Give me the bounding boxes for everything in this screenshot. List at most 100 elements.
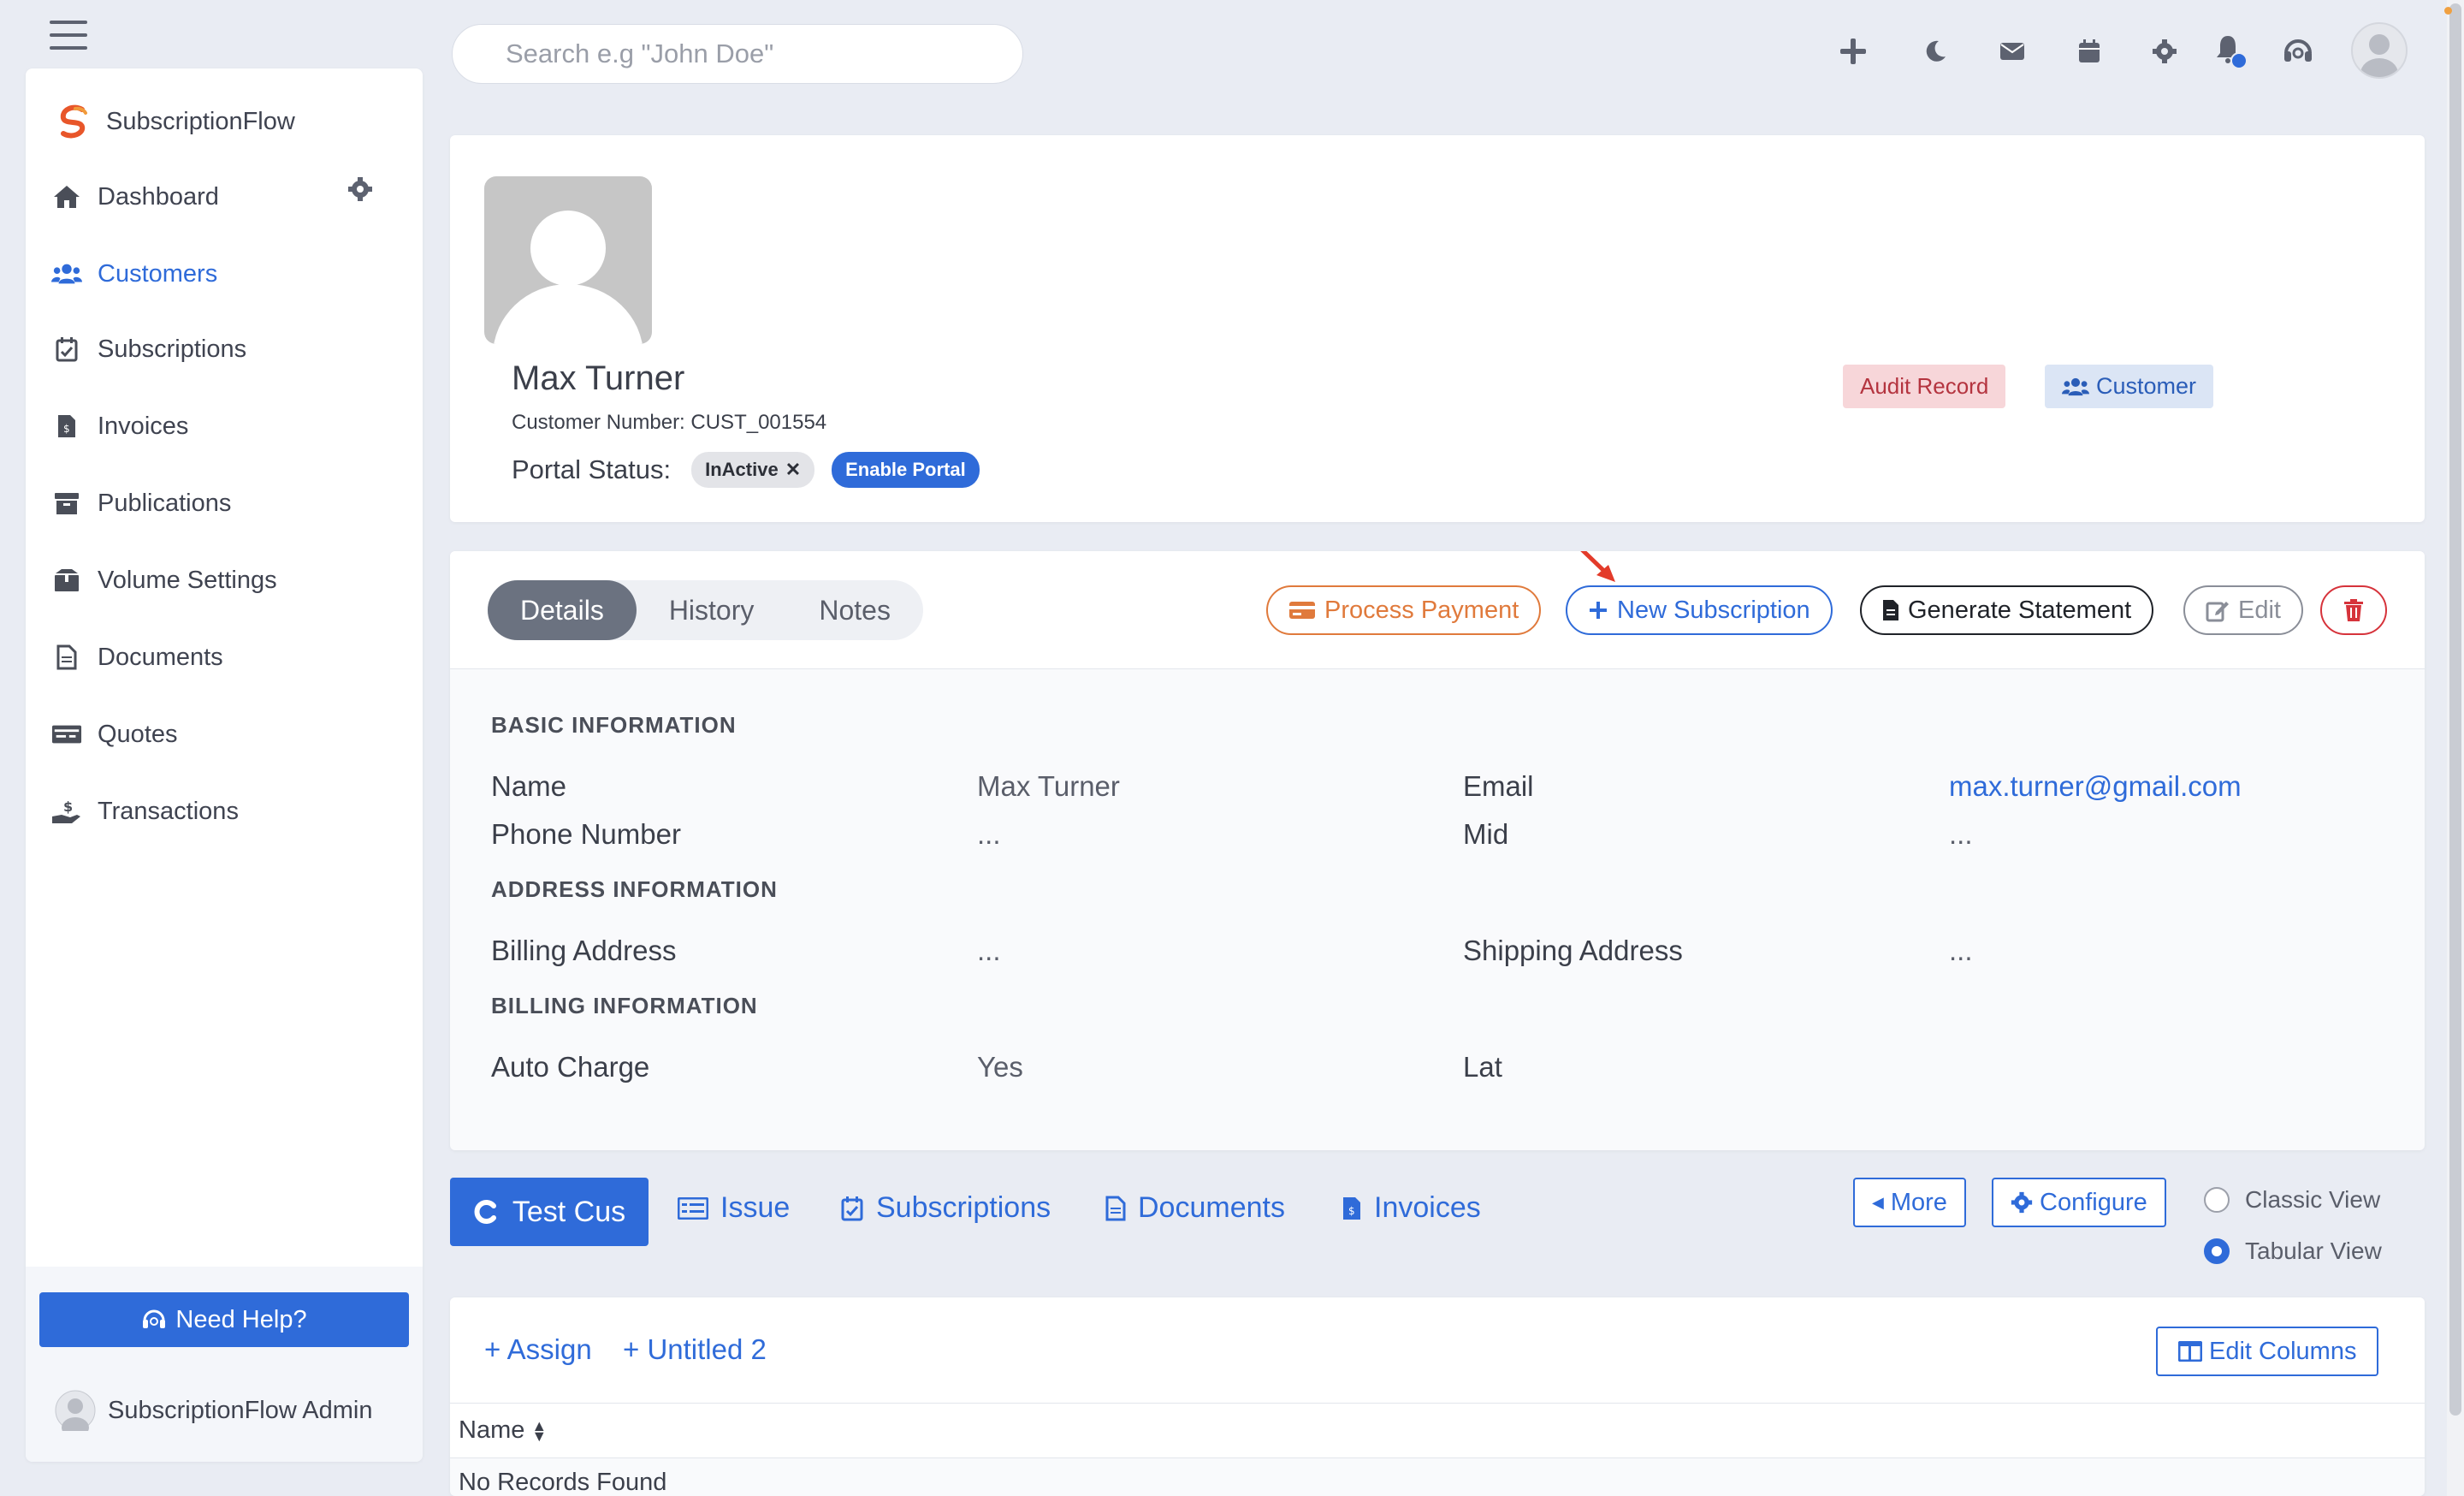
calendar-check-icon: [841, 1196, 863, 1220]
new-subscription-button[interactable]: New Subscription: [1566, 585, 1833, 635]
untitled-link[interactable]: + Untitled 2: [623, 1333, 767, 1366]
billing-address-label: Billing Address: [491, 935, 677, 966]
money-bill-icon: [51, 719, 82, 750]
customer-badge[interactable]: Customer: [2045, 365, 2214, 408]
empty-state: No Records Found: [459, 1469, 667, 1496]
process-payment-button[interactable]: Process Payment: [1266, 585, 1542, 635]
plus-icon: [1590, 602, 1607, 619]
sidebar-item-subscriptions[interactable]: Subscriptions: [51, 327, 246, 371]
customer-name: Max Turner: [512, 359, 685, 397]
need-help-button[interactable]: Need Help?: [39, 1292, 409, 1347]
tab-issue[interactable]: Issue: [678, 1191, 790, 1225]
auto-charge-value: Yes: [977, 1051, 1023, 1083]
sidebar-item-invoices[interactable]: $ Invoices: [51, 404, 188, 448]
list-card: + Assign + Untitled 2 Edit Columns Name …: [450, 1297, 2425, 1496]
sidebar-item-label: Invoices: [98, 412, 189, 440]
classic-view-label: Classic View: [2245, 1186, 2381, 1213]
c-logo-icon: [474, 1200, 496, 1224]
tab-documents-label: Documents: [1138, 1191, 1285, 1224]
sidebar-item-publications[interactable]: Publications: [51, 481, 231, 525]
brand[interactable]: SubscriptionFlow: [55, 103, 295, 140]
file-icon: [1883, 600, 1898, 620]
calendar-icon[interactable]: [2070, 33, 2108, 70]
mid-label: Mid: [1463, 818, 1509, 850]
more-button[interactable]: ◀ More: [1853, 1178, 1966, 1227]
phone-label: Phone Number: [491, 818, 681, 850]
classic-view-option[interactable]: Classic View: [2204, 1186, 2380, 1214]
configure-button[interactable]: Configure: [1992, 1178, 2166, 1227]
sidebar-item-dashboard[interactable]: Dashboard: [51, 175, 219, 219]
headset-icon[interactable]: [2279, 33, 2317, 70]
sidebar-item-label: Customers: [98, 259, 218, 288]
scrollbar-thumb[interactable]: [2449, 3, 2461, 1416]
tab-subscriptions-label: Subscriptions: [876, 1191, 1051, 1224]
portal-status-badge[interactable]: InActive ✕: [691, 452, 815, 488]
sidebar-item-documents[interactable]: Documents: [51, 635, 223, 680]
enable-portal-button[interactable]: Enable Portal: [832, 452, 980, 488]
credit-card-icon: [1289, 602, 1315, 619]
assign-link[interactable]: + Assign: [484, 1333, 592, 1366]
tab-invoices[interactable]: $ Invoices: [1342, 1191, 1481, 1225]
tab-notes[interactable]: Notes: [786, 580, 923, 640]
name-label: Name: [491, 770, 567, 802]
document-icon: [1105, 1196, 1126, 1220]
table-header: Name ▲ ▼: [450, 1404, 2425, 1458]
gear-icon[interactable]: [2146, 33, 2183, 70]
close-icon[interactable]: ✕: [785, 459, 801, 481]
generate-statement-button[interactable]: Generate Statement: [1860, 585, 2154, 635]
plus-icon[interactable]: [1834, 33, 1872, 70]
email-link[interactable]: max.turner@gmail.com: [1949, 770, 2242, 803]
headset-icon: [143, 1309, 166, 1328]
bell-icon[interactable]: [2212, 33, 2250, 70]
envelope-icon[interactable]: [1993, 33, 2031, 70]
sidebar-item-label: Transactions: [98, 797, 239, 825]
tab-details[interactable]: Details: [488, 580, 637, 640]
list-icon: [678, 1196, 708, 1220]
edit-icon: [2206, 602, 2229, 622]
gear-icon: [2011, 1191, 2033, 1214]
mid-value: ...: [1949, 818, 1973, 850]
edit-columns-button[interactable]: Edit Columns: [2156, 1327, 2379, 1376]
classic-view-radio[interactable]: [2204, 1187, 2230, 1213]
portal-status-label: Portal Status:: [512, 454, 672, 484]
hand-dollar-icon: $: [51, 796, 82, 827]
dashboard-settings-icon[interactable]: [347, 176, 373, 202]
sidebar-item-label: Volume Settings: [98, 566, 277, 594]
sidebar-item-label: Dashboard: [98, 182, 219, 211]
tab-test-cus-label: Test Cus: [512, 1195, 626, 1228]
sidebar-item-label: Quotes: [98, 720, 178, 748]
tab-invoices-label: Invoices: [1374, 1191, 1481, 1224]
delete-button[interactable]: [2320, 585, 2387, 635]
customer-number: Customer Number: CUST_001554: [512, 411, 827, 434]
tabular-view-label: Tabular View: [2245, 1238, 2382, 1264]
column-header-name[interactable]: Name: [459, 1416, 524, 1445]
sidebar-item-customers[interactable]: Customers: [51, 252, 217, 296]
billing-information-heading: BILLING INFORMATION: [491, 993, 758, 1018]
search-input[interactable]: [452, 24, 1023, 84]
shipping-address-value: ...: [1949, 935, 1973, 966]
tabular-view-radio[interactable]: [2204, 1238, 2230, 1264]
svg-text:$: $: [63, 798, 73, 815]
brand-name: SubscriptionFlow: [106, 107, 295, 135]
sidebar-item-quotes[interactable]: Quotes: [51, 712, 178, 757]
tab-subscriptions[interactable]: Subscriptions: [840, 1191, 1051, 1225]
user-avatar[interactable]: [2351, 22, 2408, 79]
shipping-address-label: Shipping Address: [1463, 935, 1683, 966]
tab-history[interactable]: History: [637, 580, 787, 640]
sidebar-item-transactions[interactable]: $ Transactions: [51, 789, 239, 834]
audit-record-badge[interactable]: Audit Record: [1843, 365, 2006, 408]
invoice-icon: $: [1343, 1196, 1360, 1220]
edit-button[interactable]: Edit: [2183, 585, 2303, 635]
moon-icon[interactable]: [1916, 33, 1954, 70]
admin-user[interactable]: SubscriptionFlow Admin: [55, 1390, 372, 1431]
customer-badge-label: Customer: [2096, 373, 2197, 399]
profile-avatar[interactable]: [484, 176, 652, 344]
sort-icon[interactable]: ▲ ▼: [531, 1418, 547, 1444]
generate-statement-label: Generate Statement: [1908, 596, 2132, 624]
tab-test-cus[interactable]: Test Cus: [450, 1178, 649, 1246]
menu-toggle-icon[interactable]: [50, 21, 87, 50]
tab-documents[interactable]: Documents: [1105, 1191, 1285, 1225]
sidebar-item-volume-settings[interactable]: Volume Settings: [51, 558, 277, 603]
archive-icon: [51, 488, 82, 519]
tabular-view-option[interactable]: Tabular View: [2204, 1238, 2382, 1265]
